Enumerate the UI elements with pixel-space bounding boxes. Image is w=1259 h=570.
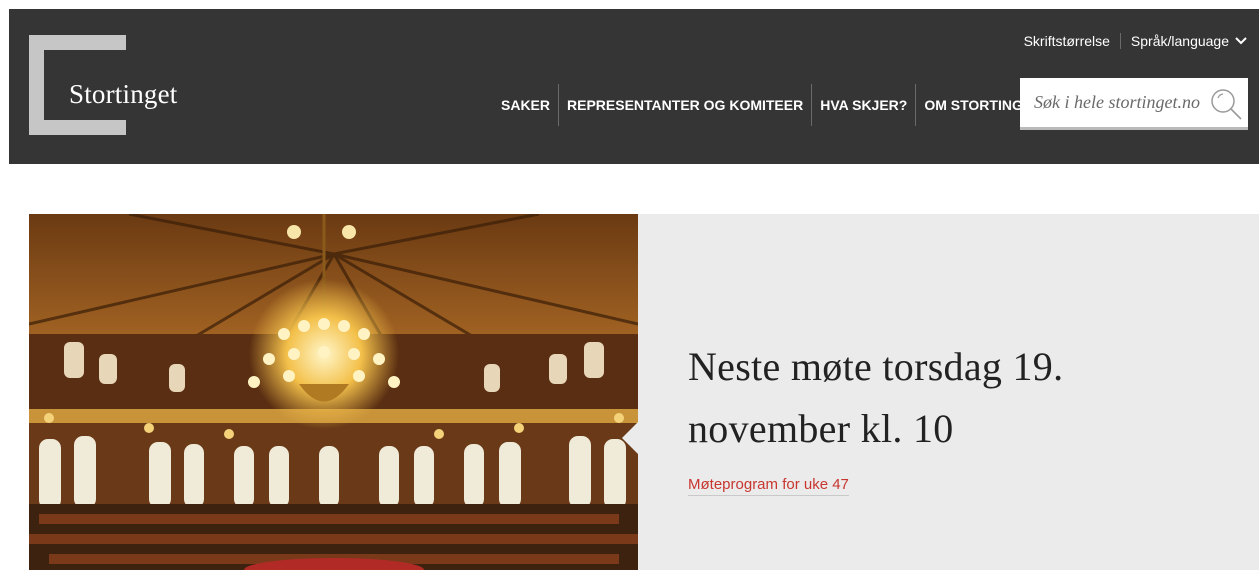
logo-text: Stortinget (69, 79, 178, 109)
panel-arrow (622, 422, 638, 454)
hero-banner: Neste møte torsdag 19. november kl. 10 M… (29, 214, 1259, 570)
search-box (1020, 78, 1248, 130)
utility-divider (1119, 33, 1121, 49)
nav-item-hva-skjer[interactable]: HVA SKJER? (812, 84, 915, 126)
site-header: Stortinget Skriftstørrelse Språk/languag… (9, 9, 1259, 164)
language-menu[interactable]: Språk/language (1131, 33, 1247, 49)
plenary-hall-illustration (29, 214, 638, 570)
font-size-label: Skriftstørrelse (1023, 33, 1110, 49)
search-input[interactable] (1020, 78, 1210, 127)
stortinget-logo[interactable]: Stortinget (29, 35, 199, 135)
next-meeting-panel: Neste møte torsdag 19. november kl. 10 M… (638, 214, 1259, 570)
chevron-down-icon (1235, 37, 1247, 45)
language-label: Språk/language (1130, 33, 1229, 49)
nav-item-saker[interactable]: SAKER (493, 84, 558, 126)
nav-item-representanter[interactable]: REPRESENTANTER OG KOMITEER (559, 84, 811, 126)
next-meeting-heading: Neste møte torsdag 19. november kl. 10 (688, 344, 1064, 451)
magnifier-icon[interactable] (1208, 86, 1244, 122)
font-size-link[interactable]: Skriftstørrelse (1024, 33, 1110, 49)
plenary-hall-photo (29, 214, 638, 570)
main-nav: SAKER REPRESENTANTER OG KOMITEER HVA SKJ… (493, 84, 1049, 126)
meeting-program-link[interactable]: Møteprogram for uke 47 (688, 476, 849, 496)
utility-links: Skriftstørrelse Språk/language (1024, 33, 1247, 49)
